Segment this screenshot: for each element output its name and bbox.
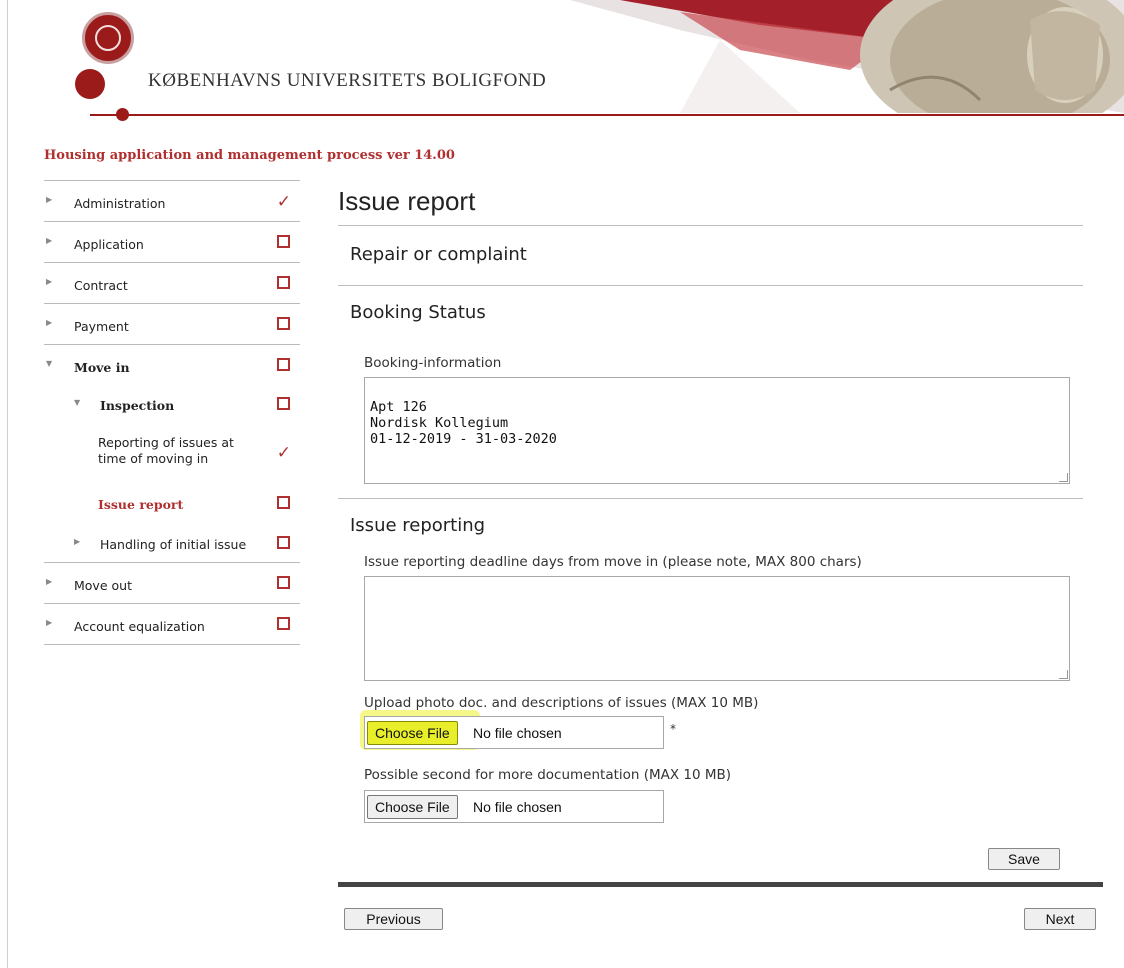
logo-dot-small — [116, 108, 129, 121]
sidebar-item-move-in[interactable]: ▼ Move in — [44, 345, 300, 386]
divider — [338, 285, 1083, 286]
sidebar-item-inspection[interactable]: ▼ Inspection — [44, 386, 300, 425]
sidebar-item-label: Move out — [74, 578, 132, 593]
chevron-down-icon: ▼ — [46, 359, 53, 368]
sidebar-item-move-out[interactable]: ▶ Move out — [44, 563, 300, 604]
choose-file-button[interactable]: Choose File — [367, 721, 458, 745]
save-button[interactable]: Save — [988, 848, 1060, 870]
sidebar-item-account-equalization[interactable]: ▶ Account equalization — [44, 604, 300, 645]
checkbox-icon — [277, 317, 290, 330]
booking-info-value: Apt 126 Nordisk Kollegium 01-12-2019 - 3… — [370, 399, 557, 447]
upload-photo-file-input[interactable]: Choose File No file chosen — [364, 716, 664, 749]
sidebar-item-label: Reporting of issues at time of moving in — [98, 435, 234, 466]
chevron-right-icon: ▶ — [46, 618, 53, 627]
section-title-repair: Repair or complaint — [350, 244, 527, 265]
sidebar-item-handling-of-initial-issue[interactable]: ▶ Handling of initial issue — [44, 525, 300, 563]
section-title-booking: Booking Status — [350, 302, 486, 323]
checkbox-icon — [277, 358, 290, 371]
chevron-right-icon: ▶ — [46, 577, 53, 586]
sidebar-item-label: Inspection — [100, 398, 175, 413]
sidebar-item-application[interactable]: ▶ Application — [44, 222, 300, 263]
header-banner-image — [560, 0, 1124, 113]
checkbox-icon — [277, 617, 290, 630]
sidebar-item-payment[interactable]: ▶ Payment — [44, 304, 300, 345]
sidebar-item-label: Issue report — [98, 497, 184, 512]
upload-photo-label: Upload photo doc. and descriptions of is… — [364, 695, 759, 711]
university-seal-logo — [82, 12, 134, 64]
sidebar-item-label: Payment — [74, 319, 129, 334]
checkbox-icon — [277, 576, 290, 589]
sidebar-item-label: Handling of initial issue — [100, 537, 247, 552]
chevron-right-icon: ▶ — [46, 236, 53, 245]
issue-deadline-label: Issue reporting deadline days from move … — [364, 554, 862, 570]
sidebar-item-label: Application — [74, 237, 144, 252]
header-divider — [90, 114, 1124, 116]
sidebar-nav: ▶ Administration ✓ ▶ Application ▶ Contr… — [44, 180, 300, 645]
process-subtitle: Housing application and management proce… — [44, 148, 455, 163]
footer-divider — [338, 882, 1103, 887]
sidebar-item-label: Account equalization — [74, 619, 205, 634]
file-status-text: No file chosen — [473, 799, 562, 815]
brand-name: KØBENHAVNS UNIVERSITETS BOLIGFOND — [148, 70, 547, 91]
checkbox-icon — [277, 536, 290, 549]
checkbox-icon — [277, 397, 290, 410]
sidebar-item-label: Administration — [74, 196, 166, 211]
sidebar-item-reporting-of-issues[interactable]: Reporting of issues at time of moving in… — [44, 425, 300, 487]
divider — [338, 225, 1083, 226]
sidebar-item-contract[interactable]: ▶ Contract — [44, 263, 300, 304]
previous-button[interactable]: Previous — [344, 908, 443, 930]
resize-grip-icon[interactable] — [1059, 670, 1068, 679]
next-button[interactable]: Next — [1024, 908, 1096, 930]
booking-info-label: Booking-information — [364, 355, 502, 371]
checkmark-icon: ✓ — [276, 443, 291, 463]
sidebar-item-label: Move in — [74, 360, 130, 375]
logo-dot-large — [75, 69, 105, 99]
resize-grip-icon[interactable] — [1059, 473, 1068, 482]
checkmark-icon: ✓ — [276, 192, 291, 212]
choose-file-button[interactable]: Choose File — [367, 795, 458, 819]
checkbox-icon — [277, 496, 290, 509]
file-status-text: No file chosen — [473, 725, 562, 741]
page-left-border — [7, 0, 8, 968]
sidebar-item-administration[interactable]: ▶ Administration ✓ — [44, 181, 300, 222]
chevron-right-icon: ▶ — [46, 277, 53, 286]
site-header: KØBENHAVNS UNIVERSITETS BOLIGFOND — [0, 0, 1124, 130]
chevron-right-icon: ▶ — [46, 195, 53, 204]
sidebar-item-label: Contract — [74, 278, 128, 293]
checkbox-icon — [277, 235, 290, 248]
divider — [338, 498, 1083, 499]
upload-second-label: Possible second for more documentation (… — [364, 767, 732, 783]
sidebar-item-issue-report[interactable]: Issue report — [44, 487, 300, 525]
section-title-issue-reporting: Issue reporting — [350, 515, 486, 536]
checkbox-icon — [277, 276, 290, 289]
chevron-right-icon: ▶ — [74, 537, 81, 546]
page-title: Issue report — [338, 186, 476, 216]
upload-second-file-input[interactable]: Choose File No file chosen — [364, 790, 664, 823]
chevron-down-icon: ▼ — [74, 398, 81, 407]
booking-info-textarea[interactable]: Apt 126 Nordisk Kollegium 01-12-2019 - 3… — [364, 377, 1070, 484]
required-asterisk: * — [670, 722, 676, 736]
issue-description-textarea[interactable] — [364, 576, 1070, 681]
chevron-right-icon: ▶ — [46, 318, 53, 327]
